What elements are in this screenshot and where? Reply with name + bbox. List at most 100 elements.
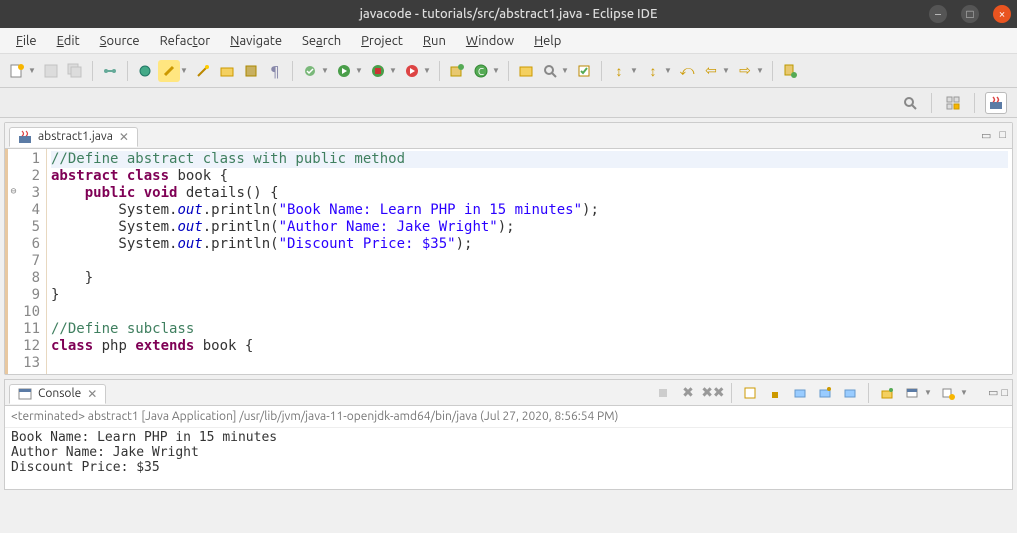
close-console-icon[interactable]: ✕	[87, 387, 97, 401]
code-editor[interactable]: ⊖ 1 2 3 4 5 6 7 8 9 10 11 12 13 //Define…	[5, 149, 1012, 374]
maximize-button[interactable]: □	[961, 5, 979, 23]
remove-launch-icon[interactable]: ✖	[677, 382, 699, 404]
close-tab-icon[interactable]: ✕	[119, 130, 129, 144]
separator-icon	[508, 61, 509, 81]
dropdown-icon[interactable]: ▼	[355, 66, 365, 75]
open-console-icon[interactable]	[876, 382, 898, 404]
coverage-icon[interactable]	[367, 60, 389, 82]
minimize-view-icon[interactable]: ▭	[981, 129, 991, 142]
separator-icon	[292, 61, 293, 81]
dropdown-icon[interactable]: ▼	[321, 66, 331, 75]
code-lines[interactable]: //Define abstract class with public meth…	[47, 149, 1012, 374]
menu-help[interactable]: Help	[524, 31, 571, 51]
dropdown-icon[interactable]: ▼	[180, 66, 190, 75]
dropdown-icon[interactable]: ▼	[924, 388, 934, 397]
menu-source[interactable]: Source	[90, 31, 150, 51]
new-class-icon[interactable]: C	[470, 60, 492, 82]
editor-tab-label: abstract1.java	[38, 130, 113, 143]
menu-run[interactable]: Run	[413, 31, 456, 51]
dropdown-icon[interactable]: ▼	[960, 388, 970, 397]
window-title: javacode - tutorials/src/abstract1.java …	[360, 7, 658, 21]
separator-icon	[974, 93, 975, 113]
open-type-icon[interactable]	[515, 60, 537, 82]
remove-all-icon[interactable]: ✖✖	[702, 382, 724, 404]
maximize-view-icon[interactable]: □	[1001, 387, 1008, 399]
run-icon[interactable]	[333, 60, 355, 82]
separator-icon	[731, 383, 732, 403]
console-tab-label: Console	[38, 387, 81, 400]
menu-project[interactable]: Project	[351, 31, 413, 51]
task-icon[interactable]	[573, 60, 595, 82]
new-icon[interactable]	[6, 60, 28, 82]
show-console-icon[interactable]	[789, 382, 811, 404]
highlight-icon[interactable]	[158, 60, 180, 82]
dropdown-icon[interactable]: ▼	[630, 66, 640, 75]
menu-file[interactable]: File	[6, 31, 47, 51]
open-perspective-icon[interactable]	[942, 92, 964, 114]
prev-annotation-icon[interactable]: ↕	[608, 60, 630, 82]
dropdown-icon[interactable]: ▼	[492, 66, 502, 75]
search-icon[interactable]	[539, 60, 561, 82]
java-perspective-icon[interactable]	[985, 92, 1007, 114]
dropdown-icon[interactable]: ▼	[389, 66, 399, 75]
menu-edit[interactable]: Edit	[47, 31, 90, 51]
svg-text:C: C	[478, 66, 484, 77]
dropdown-icon[interactable]: ▼	[756, 66, 766, 75]
dropdown-icon[interactable]: ▼	[423, 66, 433, 75]
terminate-icon[interactable]	[652, 382, 674, 404]
scroll-lock-icon[interactable]	[764, 382, 786, 404]
separator-icon	[439, 61, 440, 81]
new-package-icon[interactable]	[446, 60, 468, 82]
main-toolbar: ▼ ▼ ¶ ▼ ▼ ▼ ▼ C ▼ ▼ ↕ ▼ ↕ ▼ ⤺ ⇦ ▼ ⇨ ▼	[0, 54, 1017, 88]
separator-icon	[868, 383, 869, 403]
minimize-button[interactable]: –	[929, 5, 947, 23]
editor-tab-abstract1[interactable]: abstract1.java ✕	[9, 127, 138, 147]
separator-icon	[601, 61, 602, 81]
back-icon[interactable]: ⇦	[700, 60, 722, 82]
menu-window[interactable]: Window	[456, 31, 524, 51]
next-annotation-icon[interactable]: ↕	[642, 60, 664, 82]
run-last-icon[interactable]	[401, 60, 423, 82]
menu-search[interactable]: Search	[292, 31, 351, 51]
forward-icon[interactable]: ⇨	[734, 60, 756, 82]
minimize-view-icon[interactable]: ▭	[988, 386, 998, 399]
dropdown-icon[interactable]: ▼	[722, 66, 732, 75]
dropdown-icon[interactable]: ▼	[664, 66, 674, 75]
editor-view-controls: ▭ □	[981, 129, 1006, 142]
save-icon[interactable]	[40, 60, 62, 82]
wand-icon[interactable]	[192, 60, 214, 82]
prev-edit-icon[interactable]: ⤺	[676, 60, 698, 82]
quick-access-search-icon[interactable]	[899, 92, 921, 114]
menu-navigate[interactable]: Navigate	[220, 31, 292, 51]
pin-console-icon[interactable]	[814, 382, 836, 404]
java-file-icon	[18, 130, 32, 144]
dropdown-icon[interactable]: ▼	[28, 66, 38, 75]
pilcrow-icon[interactable]: ¶	[264, 60, 286, 82]
line-number-gutter: 1 2 3 4 5 6 7 8 9 10 11 12 13	[19, 149, 47, 374]
console-output[interactable]: Book Name: Learn PHP in 15 minutesAuthor…	[5, 428, 1012, 489]
debug-icon[interactable]	[134, 60, 156, 82]
console-tab[interactable]: Console ✕	[9, 384, 106, 404]
close-button[interactable]: ×	[993, 5, 1011, 23]
debug-run-icon[interactable]	[299, 60, 321, 82]
link-icon[interactable]	[99, 60, 121, 82]
separator-icon	[931, 93, 932, 113]
menubar: File Edit Source Refactor Navigate Searc…	[0, 28, 1017, 54]
maximize-view-icon[interactable]: □	[999, 129, 1006, 142]
save-all-icon[interactable]	[64, 60, 86, 82]
window-controls: – □ ×	[929, 5, 1011, 23]
dropdown-icon[interactable]: ▼	[561, 66, 571, 75]
pin-icon[interactable]	[779, 60, 801, 82]
display-selected-icon[interactable]	[839, 382, 861, 404]
titlebar: javacode - tutorials/src/abstract1.java …	[0, 0, 1017, 28]
separator-icon	[127, 61, 128, 81]
console-panel: Console ✕ ✖ ✖✖ ▼ ▼ ▭ □ <terminated> abst…	[4, 379, 1013, 490]
console-status: <terminated> abstract1 [Java Application…	[5, 406, 1012, 428]
console-view-icon[interactable]	[901, 382, 923, 404]
package-icon[interactable]	[240, 60, 262, 82]
new-console-icon[interactable]	[937, 382, 959, 404]
clear-console-icon[interactable]	[739, 382, 761, 404]
editor-tabs: abstract1.java ✕ ▭ □	[5, 123, 1012, 149]
menu-refactor[interactable]: Refactor	[150, 31, 221, 51]
folder-icon[interactable]	[216, 60, 238, 82]
